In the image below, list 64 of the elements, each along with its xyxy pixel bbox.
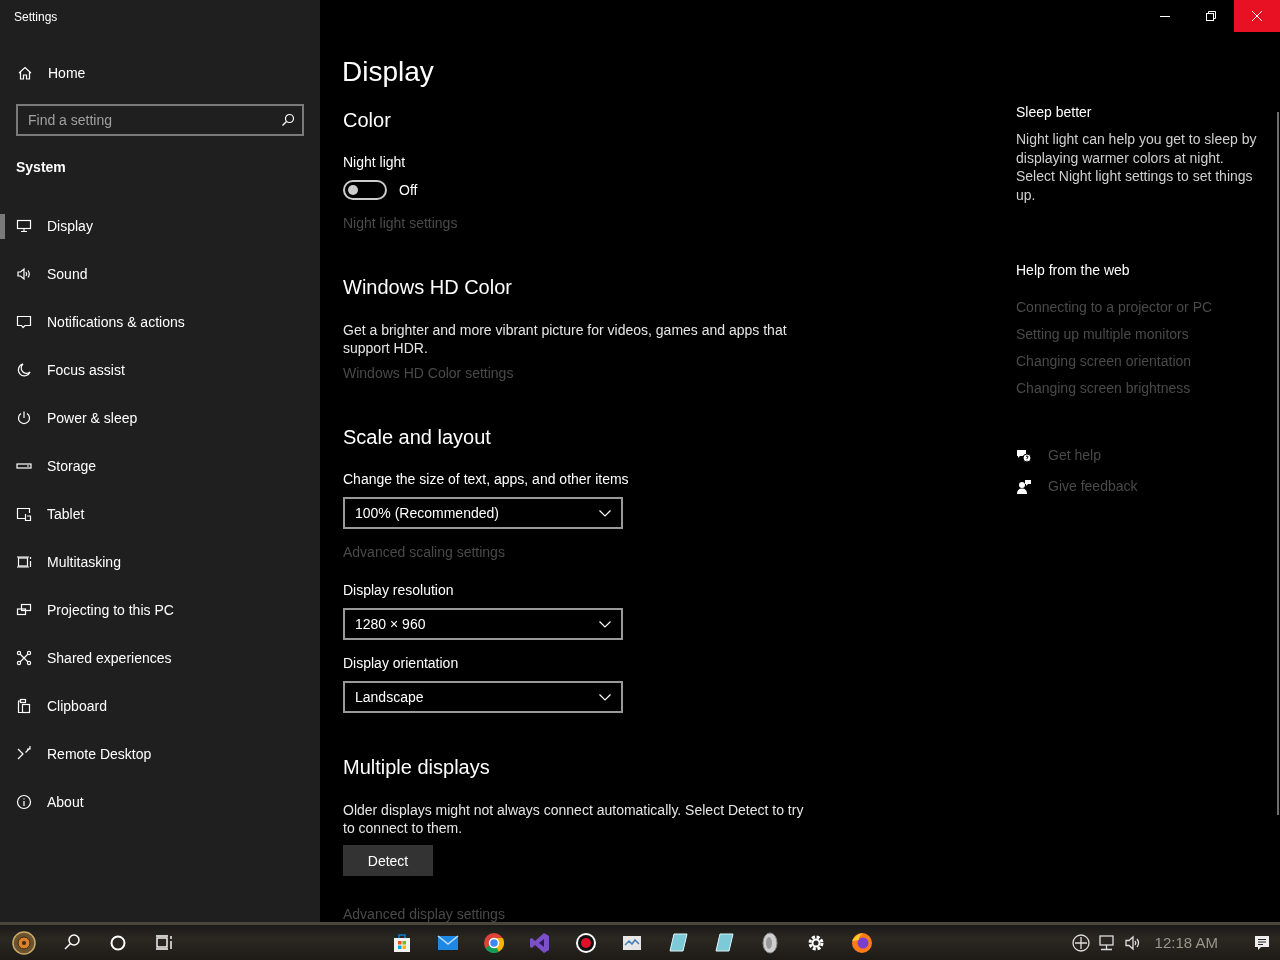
aside-text: Night light can help you get to sleep by displaying warmer colors at night. Select Night light settings to set things up. [1016, 130, 1258, 204]
section-heading: Scale and layout [343, 425, 492, 450]
moon-icon [16, 362, 32, 378]
home-icon [17, 65, 33, 81]
section-heading: System [15, 158, 67, 177]
aside-heading: Sleep better [1016, 103, 1093, 122]
clock-text[interactable]: 12:18 AM [1154, 934, 1218, 951]
scrollbar[interactable] [1277, 112, 1279, 815]
detect-button[interactable]: Detect [343, 845, 433, 876]
dropdown[interactable]: Landscape [343, 681, 623, 713]
network-nodes-icon [16, 650, 32, 666]
sidebar-item[interactable]: Notifications & actions [0, 298, 320, 346]
field-label: Change the size of text, apps, and other items [343, 470, 630, 489]
window-title: Settings [13, 9, 59, 26]
dropdown[interactable]: 1280 × 960 [343, 608, 623, 640]
sidebar-item[interactable]: About [0, 778, 320, 826]
chevron-down-icon [599, 693, 611, 701]
page-title: Display [342, 55, 435, 89]
multitasking-icon [16, 554, 32, 570]
restore-icon [1206, 11, 1216, 21]
start-orb-icon[interactable] [10, 930, 38, 955]
network-icon[interactable] [1096, 932, 1117, 953]
sidebar-item[interactable]: Clipboard [0, 682, 320, 730]
field-label: Display orientation [343, 654, 460, 673]
aside-heading: Help from the web [1016, 261, 1131, 280]
section-heading: Multiple displays [343, 755, 491, 780]
sidebar-item[interactable]: Projecting to this PC [0, 586, 320, 634]
chevron-down-icon [599, 620, 611, 628]
browser-icon[interactable] [482, 930, 506, 955]
description-text: Older displays might not always connect automatically. Select Detect to try to connect to them. [343, 801, 805, 837]
sidebar-item[interactable]: Storage [0, 442, 320, 490]
clipboard-icon [16, 698, 32, 714]
fox-browser-icon[interactable] [850, 930, 874, 955]
remote-desktop-icon [16, 746, 32, 762]
toggle-switch[interactable] [343, 180, 387, 200]
sidebar-item[interactable]: Sound [0, 250, 320, 298]
projector-icon [16, 602, 32, 618]
section-heading: Windows HD Color [343, 275, 513, 300]
record-icon[interactable] [574, 930, 598, 955]
search-icon [281, 113, 295, 127]
chat-bubbles-icon [1016, 447, 1032, 464]
field-label: Night light [343, 153, 407, 172]
description-text: Get a brighter and more vibrant picture for videos, games and apps that support HDR. [343, 321, 788, 357]
toggle-state: Off [399, 182, 418, 198]
sidebar-item[interactable]: Remote Desktop [0, 730, 320, 778]
sidebar-item[interactable]: Focus assist [0, 346, 320, 394]
section-heading: Color [343, 108, 392, 133]
info-icon [16, 794, 32, 810]
sidebar-item[interactable]: Power & sleep [0, 394, 320, 442]
sidebar-item[interactable]: Multitasking [0, 538, 320, 586]
chevron-down-icon [599, 509, 611, 517]
sidebar-item[interactable]: Shared experiences [0, 634, 320, 682]
home-link[interactable]: Home [0, 49, 320, 97]
field-label: Display resolution [343, 581, 455, 600]
power-icon [16, 410, 32, 426]
sidebar-item[interactable]: Tablet [0, 490, 320, 538]
close-icon [1252, 11, 1262, 21]
search-field[interactable]: Find a setting [16, 104, 304, 136]
tablet-icon [16, 506, 32, 522]
speaker-icon [16, 266, 32, 282]
speech-bubble-icon [16, 314, 32, 330]
dropdown[interactable]: 100% (Recommended) [343, 497, 623, 529]
person-icon [1016, 478, 1032, 495]
monitor-icon [16, 218, 32, 234]
